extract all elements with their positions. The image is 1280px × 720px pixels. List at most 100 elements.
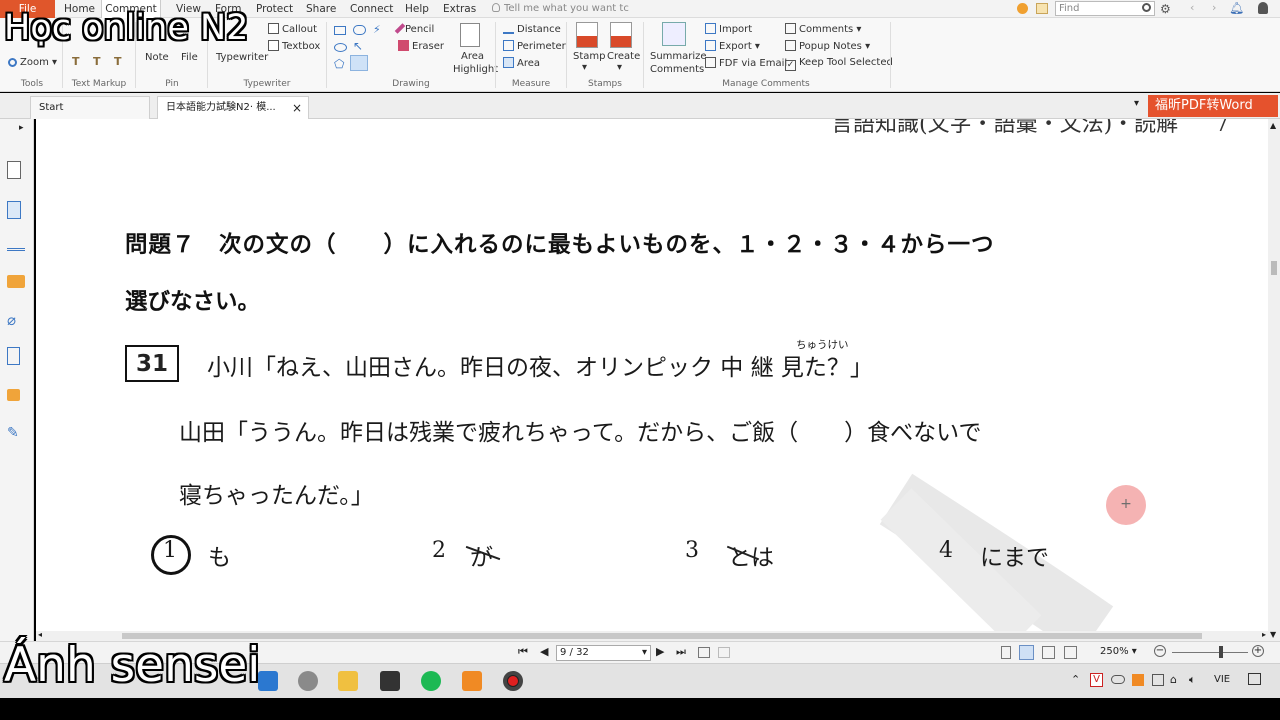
rectangle-tool-icon[interactable] [334, 26, 346, 35]
first-page-icon[interactable]: ⏮ [518, 645, 528, 659]
tab-start[interactable]: Start [30, 96, 150, 119]
distance-button[interactable]: Distance [503, 23, 561, 35]
heart-icon[interactable] [1017, 3, 1028, 14]
menu-share[interactable]: Share [306, 0, 336, 18]
input-language-indicator[interactable]: VIE [1214, 674, 1230, 685]
back-nav-icon[interactable]: ‹ [1190, 1, 1194, 14]
underline-text-button[interactable]: T [93, 55, 101, 68]
foxit-reader-app-icon[interactable] [462, 671, 482, 691]
zoom-in-icon[interactable]: + [1252, 645, 1264, 657]
previous-view-icon[interactable] [698, 647, 710, 658]
file-explorer-icon[interactable] [338, 671, 358, 691]
spotify-app-icon[interactable] [421, 671, 441, 691]
menu-help[interactable]: Help [405, 0, 429, 18]
export-button[interactable]: Export ▾ [705, 40, 760, 52]
create-stamp-button[interactable]: Create [607, 51, 640, 62]
pdf-to-word-button[interactable]: 福昕PDF转Word [1148, 95, 1278, 117]
certificate-icon[interactable]: ✎ [7, 425, 25, 443]
scroll-down-arrow-icon[interactable]: ▼ [1270, 630, 1276, 639]
facing-view-icon[interactable] [1042, 646, 1055, 659]
stamp-dropdown-icon[interactable]: ▾ [582, 62, 587, 73]
foxit-tray-icon[interactable] [1132, 674, 1144, 686]
perimeter-button[interactable]: Perimeter [503, 40, 566, 52]
signatures-icon[interactable] [7, 347, 20, 365]
page-number-input[interactable]: 9 / 32 ▾ [556, 645, 651, 661]
forward-nav-icon[interactable]: › [1212, 1, 1216, 14]
mail-app-icon[interactable] [258, 671, 278, 691]
panel-expand-icon[interactable]: ▸ [19, 123, 24, 133]
cloud-tool-icon[interactable] [353, 25, 366, 35]
media-app-icon[interactable] [298, 671, 318, 691]
search-icon[interactable] [1142, 3, 1151, 12]
bookmarks-icon[interactable] [7, 201, 21, 219]
tray-chevron-up-icon[interactable]: ⌃ [1071, 673, 1080, 686]
notifications-icon[interactable] [1248, 673, 1261, 685]
zoom-slider-thumb[interactable] [1219, 646, 1223, 658]
typewriter-button[interactable]: Typewriter [216, 52, 268, 63]
textbox-button[interactable]: Textbox [268, 40, 320, 52]
store-app-icon[interactable] [380, 671, 400, 691]
summarize-comments-button-line2[interactable]: Comments [650, 64, 704, 75]
area-highlight-button-line1[interactable]: Area [461, 51, 484, 62]
antivirus-tray-icon[interactable]: V [1090, 673, 1103, 687]
strikeout-text-button[interactable]: T [114, 55, 122, 68]
polyline-tool-icon[interactable]: ⚡︎ [373, 23, 381, 36]
security-lock-icon[interactable] [7, 389, 20, 401]
tab-document[interactable]: 日本語能力試験N2· 模... × [157, 96, 309, 119]
polygon-tool-icon[interactable]: ⬠ [334, 57, 344, 71]
last-page-icon[interactable]: ⏭ [676, 645, 686, 659]
fdf-email-button[interactable]: FDF via Email [705, 57, 787, 69]
pencil-button[interactable]: Pencil [394, 23, 434, 35]
eraser-button[interactable]: Eraser [398, 40, 444, 52]
tell-me-search[interactable]: Tell me what you want tc [492, 0, 629, 18]
tab-list-dropdown-icon[interactable]: ▾ [1134, 98, 1139, 109]
create-dropdown-icon[interactable]: ▾ [617, 62, 622, 73]
comments-dropdown-button[interactable]: Comments ▾ [785, 23, 861, 35]
screen-recorder-app-icon[interactable] [503, 671, 523, 691]
page-dropdown-icon[interactable]: ▾ [642, 646, 647, 660]
note-button[interactable]: Note [145, 52, 169, 63]
arrow-tool-icon[interactable]: ↖ [353, 39, 363, 53]
oval-tool-icon[interactable] [334, 43, 347, 52]
zoom-out-icon[interactable]: − [1154, 645, 1166, 657]
previous-page-icon[interactable]: ◀ [540, 645, 548, 658]
area-measure-button[interactable]: Area [503, 57, 540, 69]
onedrive-tray-icon[interactable] [1111, 675, 1125, 684]
scroll-thumb[interactable] [1271, 261, 1277, 275]
next-page-icon[interactable]: ▶ [656, 645, 664, 658]
hscroll-thumb[interactable] [122, 633, 1202, 639]
search-options-icon[interactable] [1036, 3, 1048, 14]
menu-extras[interactable]: Extras [443, 0, 476, 18]
comments-panel-icon[interactable] [7, 275, 25, 288]
summarize-comments-button-line1[interactable]: Summarize [650, 51, 707, 62]
page-thumbnails-icon[interactable] [7, 161, 21, 179]
highlight-text-button[interactable]: T [72, 55, 80, 68]
close-icon[interactable]: × [292, 97, 302, 119]
attachments-icon[interactable]: ⌀ [7, 311, 25, 329]
continuous-facing-view-icon[interactable] [1064, 646, 1077, 659]
menu-connect[interactable]: Connect [350, 0, 393, 18]
zoom-button[interactable]: Zoom ▾ [8, 57, 57, 68]
import-button[interactable]: Import [705, 23, 752, 35]
file-attach-button[interactable]: File [181, 52, 198, 63]
zoom-slider[interactable] [1172, 652, 1248, 653]
keep-tool-selected-checkbox[interactable]: ✓ Keep Tool Selected [785, 57, 893, 71]
single-page-view-icon[interactable] [1001, 646, 1011, 659]
volume-tray-icon[interactable]: 🔈︎ [1189, 673, 1196, 687]
scroll-up-arrow-icon[interactable]: ▲ [1270, 121, 1276, 130]
layers-icon[interactable] [7, 237, 25, 251]
gear-icon[interactable]: ⚙ [1160, 2, 1171, 16]
network-tray-icon[interactable]: ⌂ [1170, 673, 1177, 686]
screenshot-tray-icon[interactable] [1152, 674, 1164, 686]
user-icon[interactable] [1258, 2, 1268, 14]
vertical-scrollbar[interactable]: ▲ ▼ [1268, 119, 1280, 641]
stamp-button[interactable]: Stamp [573, 51, 606, 62]
line-tool-icon[interactable] [350, 55, 368, 71]
menu-protect[interactable]: Protect [256, 0, 293, 18]
scroll-right-arrow-icon[interactable]: ▸ [1262, 630, 1266, 639]
bell-icon[interactable]: 🔔︎ [1229, 1, 1244, 15]
next-view-icon[interactable] [718, 647, 730, 658]
document-page[interactable]: 言語知識(文字・語彙・文法)・読解 7 問題７ 次の文の（ ）に入れるのに最もよ… [36, 119, 1268, 631]
find-input[interactable]: Find [1055, 1, 1155, 16]
callout-button[interactable]: Callout [268, 23, 317, 35]
